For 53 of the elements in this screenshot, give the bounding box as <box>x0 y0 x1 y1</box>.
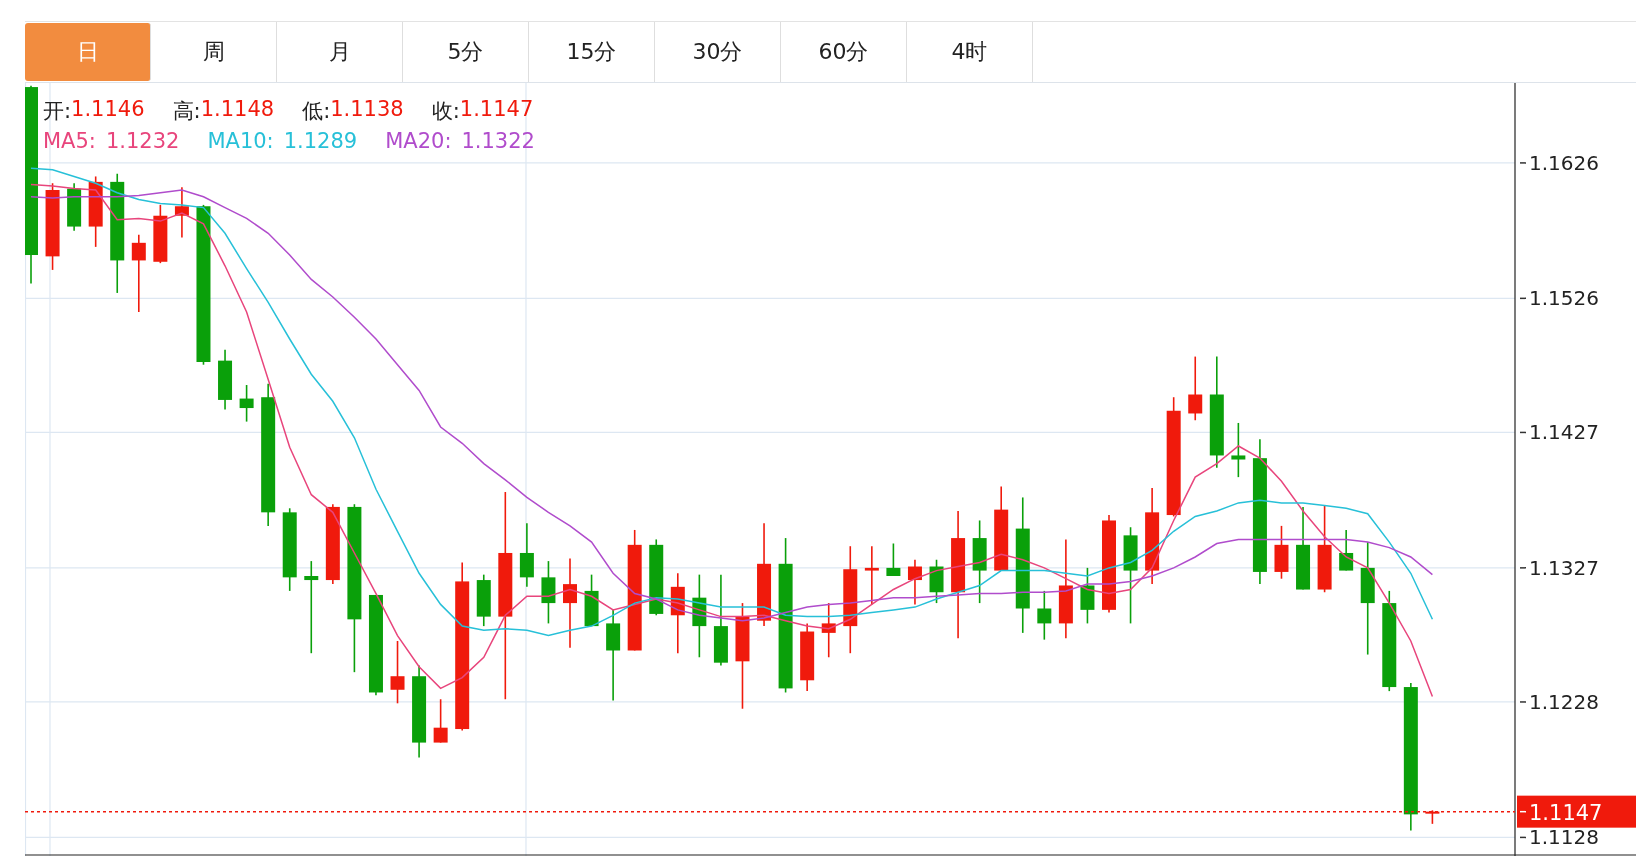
candlestick <box>218 349 233 411</box>
legend-value: 1.1232 <box>105 129 180 153</box>
candlestick <box>1425 809 1440 825</box>
legend-value: 1.1322 <box>461 129 535 153</box>
legend-label: MA20: <box>385 129 452 153</box>
quote-label: 收: <box>431 98 460 125</box>
axis-tick-label: 1.1128 <box>1519 825 1599 850</box>
candlestick <box>1188 355 1203 422</box>
axis-tick-label: 1.1327 <box>1519 555 1599 580</box>
candlestick <box>1274 525 1289 580</box>
candlestick <box>886 542 901 577</box>
tab[interactable]: 15分 <box>529 22 655 82</box>
candlestick <box>67 182 82 232</box>
ref-line-label: 1.1147 <box>1529 800 1603 825</box>
candlestick <box>433 698 448 744</box>
quote-label: 低: <box>302 98 331 125</box>
candlestick <box>584 573 599 627</box>
price-tag: 1.1147 <box>1517 795 1636 828</box>
axis-tick-label: 1.1526 <box>1519 286 1599 311</box>
candlestick <box>864 545 879 606</box>
legend-value: 1.1289 <box>283 129 358 153</box>
candlestick <box>1037 590 1052 641</box>
quote-label: 高: <box>172 98 201 125</box>
quote-label: 开: <box>43 98 72 125</box>
candlestick <box>821 602 836 659</box>
candlestick <box>929 558 944 604</box>
tab[interactable]: 30分 <box>655 22 781 82</box>
candlestick <box>153 204 168 264</box>
candlestick <box>907 558 922 606</box>
candlestick <box>519 522 534 588</box>
candlestick <box>541 560 556 625</box>
candlestick <box>800 622 815 692</box>
tab[interactable]: 4时 <box>907 22 1033 82</box>
candlestick <box>1080 567 1095 625</box>
candlestick <box>1231 422 1246 478</box>
quote-value: 1.1146 <box>71 97 145 123</box>
candlestick <box>1339 529 1354 572</box>
axis-tick-label: 1.1427 <box>1519 420 1599 445</box>
quote-value: 1.1148 <box>200 97 275 123</box>
tab[interactable]: 周 <box>151 22 277 82</box>
candlestick <box>390 640 405 705</box>
axis-tick-label: 1.1626 <box>1519 150 1599 175</box>
tab[interactable]: 月 <box>277 22 403 82</box>
candlestick <box>476 573 491 627</box>
candlestick <box>239 384 254 423</box>
quote-value: 1.1147 <box>459 97 534 123</box>
legend-label: MA5: <box>43 129 96 153</box>
tab[interactable]: 60分 <box>781 22 907 82</box>
axis-tick-label: 1.1228 <box>1519 689 1599 714</box>
quote-value: 1.1138 <box>330 97 404 123</box>
legend-label: MA10: <box>207 129 274 153</box>
tab[interactable]: 5分 <box>403 22 529 82</box>
candlestick <box>174 186 189 239</box>
